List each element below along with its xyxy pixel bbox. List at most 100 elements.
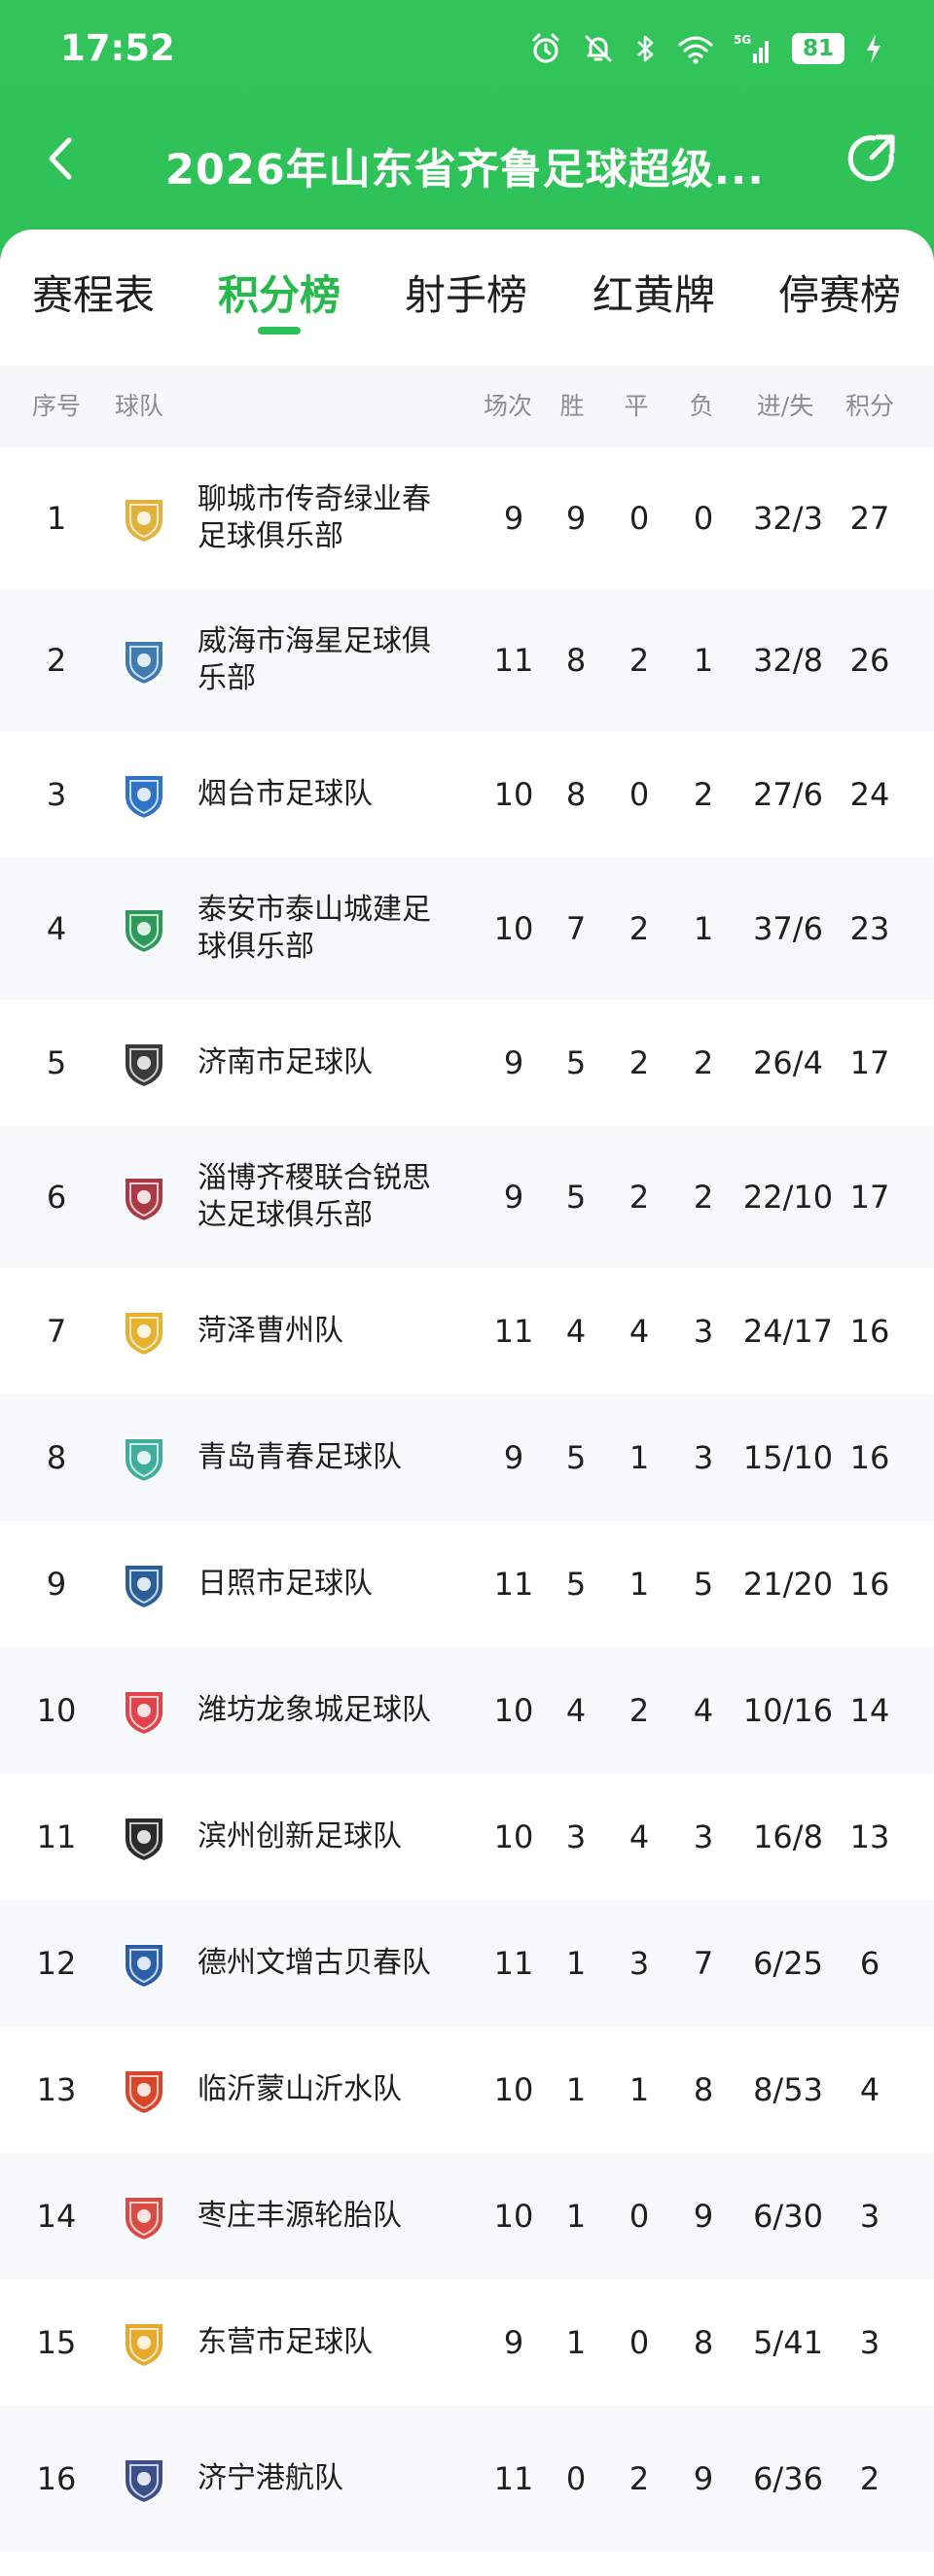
goals-cell: 32/3	[753, 500, 823, 537]
table-row[interactable]: 5 9 5 2 2 26/4 17 济南市足球队	[0, 1000, 934, 1126]
win-cell: 5	[565, 1566, 587, 1603]
goals-cell: 32/8	[753, 642, 823, 679]
table-row[interactable]: 9 11 5 1 5 21/20 16 日照市足球队	[0, 1521, 934, 1647]
team-name: 菏泽曹州队	[198, 1314, 343, 1348]
rank-cell: 11	[36, 1818, 77, 1855]
table-row[interactable]: 8 9 5 1 3 15/10 16 青岛青春足球队	[0, 1394, 934, 1521]
mute-icon	[585, 35, 612, 62]
team-logo-icon	[124, 1817, 164, 1863]
table-row[interactable]: 16 11 0 2 9 6/36 2 济宁港航队	[0, 2406, 934, 2552]
points-cell: 17	[849, 1179, 890, 1216]
table-row[interactable]: 14 10 1 0 9 6/30 3 枣庄丰源轮胎队	[0, 2153, 934, 2279]
table-row[interactable]: 10 10 4 2 4 10/16 14 潍坊龙象城足球队	[0, 1647, 934, 1774]
draw-cell: 0	[629, 776, 650, 813]
table-row[interactable]: 6 9 5 2 2 22/10 17 淄博齐稷联合锐思达足球俱乐部	[0, 1126, 934, 1268]
header-draw: 平	[624, 392, 649, 420]
table-row[interactable]: 12 11 1 3 7 6/25 6 德州文增古贝春队	[0, 1900, 934, 2027]
goals-cell: 24/17	[742, 1313, 834, 1350]
goals-cell: 5/41	[753, 2324, 823, 2361]
back-arrow-icon	[49, 137, 72, 180]
table-row[interactable]: 11 10 3 4 3 16/8 13 滨州创新足球队	[0, 1774, 934, 1900]
goals-cell: 22/10	[742, 1179, 834, 1216]
team-name: 烟台市足球队	[198, 777, 373, 811]
win-cell: 8	[565, 776, 587, 813]
draw-cell: 2	[629, 1179, 650, 1216]
team-logo-icon	[124, 1437, 164, 1484]
loss-cell: 8	[693, 2071, 714, 2108]
tab-standings[interactable]: 积分榜	[218, 263, 341, 322]
played-cell: 9	[503, 1179, 524, 1216]
team-logo-icon	[124, 498, 164, 545]
loss-cell: 9	[693, 2460, 714, 2497]
table-row[interactable]: 7 11 4 4 3 24/17 16 菏泽曹州队	[0, 1268, 934, 1394]
rank-cell: 7	[46, 1313, 67, 1350]
draw-cell: 2	[629, 2460, 650, 2497]
rank-cell: 16	[36, 2460, 77, 2497]
team-name: 泰安市泰山城建足球俱乐部	[198, 893, 431, 964]
rank-cell: 10	[36, 1692, 77, 1729]
played-cell: 9	[503, 1439, 524, 1476]
team-logo-icon	[124, 1690, 164, 1737]
header-points: 积分	[844, 392, 895, 420]
table-row[interactable]: 15 9 1 0 8 5/41 3 东营市足球队	[0, 2279, 934, 2406]
team-name: 淄博齐稷联合锐思达足球俱乐部	[198, 1161, 431, 1232]
played-cell: 10	[493, 2198, 534, 2235]
rank-cell: 9	[46, 1566, 67, 1603]
draw-cell: 2	[629, 642, 650, 679]
tab-scorers[interactable]: 射手榜	[405, 263, 527, 322]
goals-cell: 16/8	[753, 1818, 823, 1855]
share-button[interactable]	[837, 124, 905, 193]
header-goals: 进/失	[756, 392, 814, 420]
signal-icon: 5G	[734, 33, 769, 63]
win-cell: 9	[565, 500, 587, 537]
team-name: 东营市足球队	[198, 2325, 373, 2359]
points-cell: 14	[849, 1692, 890, 1729]
loss-cell: 3	[693, 1818, 714, 1855]
share-icon	[847, 134, 895, 182]
rank-cell: 14	[36, 2198, 77, 2235]
draw-cell: 1	[629, 1439, 650, 1476]
draw-cell: 3	[629, 1945, 650, 1982]
team-name: 济南市足球队	[198, 1045, 373, 1079]
win-cell: 5	[565, 1044, 587, 1081]
tab-bar: 赛程表 积分榜 射手榜 红黄牌 停赛榜	[0, 229, 934, 366]
table-row[interactable]: 13 10 1 1 8 8/53 4 临沂蒙山沂水队	[0, 2027, 934, 2153]
tab-suspensions[interactable]: 停赛榜	[778, 263, 901, 322]
nav-bar: 2026年山东省齐鲁足球超级...	[0, 117, 934, 204]
wifi-icon	[678, 36, 713, 64]
team-logo-icon	[124, 1042, 164, 1089]
points-cell: 23	[849, 910, 890, 947]
draw-cell: 2	[629, 910, 650, 947]
win-cell: 5	[565, 1179, 587, 1216]
points-cell: 27	[849, 500, 890, 537]
points-cell: 13	[849, 1818, 890, 1855]
table-row[interactable]: 3 10 8 0 2 27/6 24 烟台市足球队	[0, 731, 934, 858]
rank-cell: 2	[46, 642, 67, 679]
goals-cell: 21/20	[742, 1566, 834, 1603]
goals-cell: 6/30	[753, 2198, 823, 2235]
goals-cell: 37/6	[753, 910, 823, 947]
team-logo-icon	[124, 2196, 164, 2242]
table-row[interactable]: 4 10 7 2 1 37/6 23 泰安市泰山城建足球俱乐部	[0, 858, 934, 1000]
draw-cell: 2	[629, 1044, 650, 1081]
rank-cell: 5	[46, 1044, 67, 1081]
team-name: 济宁港航队	[198, 2461, 343, 2495]
table-row[interactable]: 1 9 9 0 0 32/3 27 聊城市传奇绿业春足球俱乐部	[0, 447, 934, 589]
team-logo-icon	[124, 1943, 164, 1990]
network-type: 5G	[734, 33, 751, 47]
header-played: 场次	[483, 392, 533, 420]
draw-cell: 1	[629, 1566, 650, 1603]
played-cell: 11	[493, 642, 534, 679]
back-button[interactable]	[27, 124, 95, 193]
played-cell: 10	[493, 2071, 534, 2108]
tab-schedule[interactable]: 赛程表	[32, 263, 155, 322]
loss-cell: 0	[693, 500, 714, 537]
played-cell: 9	[503, 2324, 524, 2361]
content-panel: 赛程表 积分榜 射手榜 红黄牌 停赛榜 序号 球队 场次 胜 平 负 进/失 积…	[0, 229, 934, 2576]
team-logo-icon	[124, 640, 164, 687]
played-cell: 9	[503, 500, 524, 537]
table-row[interactable]: 2 11 8 2 1 32/8 26 威海市海星足球俱乐部	[0, 589, 934, 731]
rank-cell: 1	[46, 500, 67, 537]
tab-cards[interactable]: 红黄牌	[593, 263, 715, 322]
points-cell: 6	[859, 1945, 880, 1982]
